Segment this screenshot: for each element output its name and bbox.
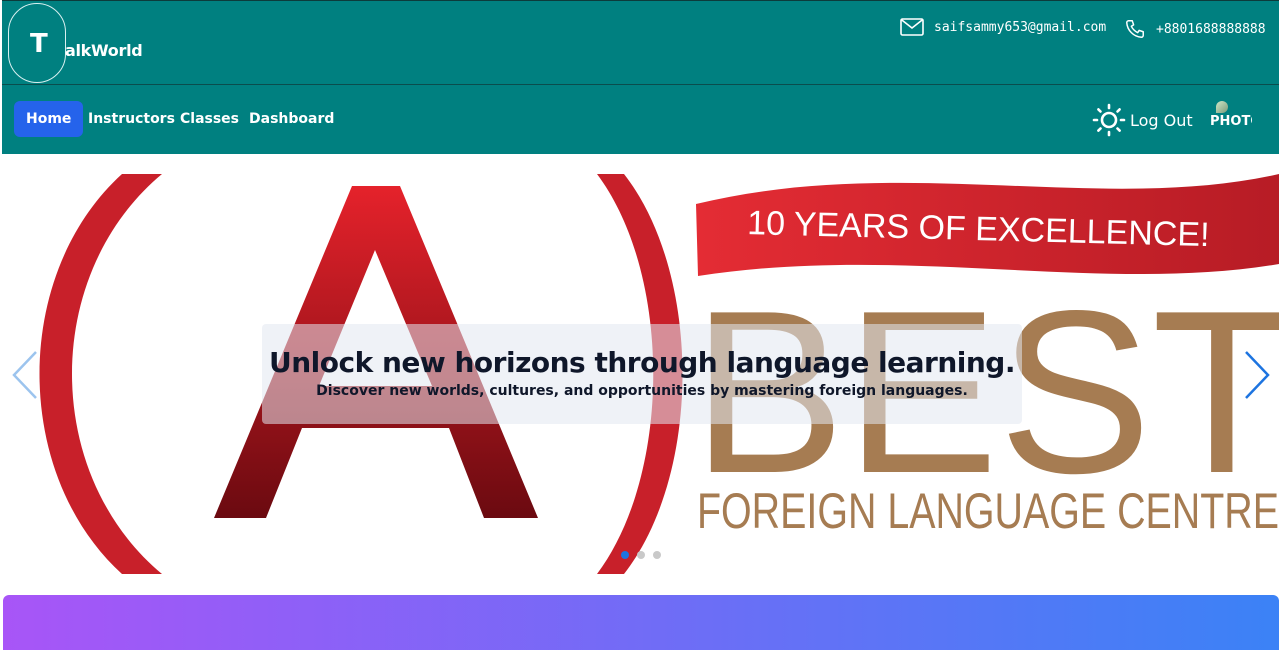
main-navbar: Home Instructors Classes Dashboard Log O… [2, 85, 1279, 154]
sun-icon[interactable] [1092, 103, 1126, 137]
hero-carousel: 10 YEARS OF EXCELLENCE! BEST FOREIGN LAN… [2, 154, 1279, 594]
carousel-next-icon[interactable] [1242, 350, 1272, 400]
phone-text: +8801688888888 [1156, 21, 1266, 37]
logout-label[interactable]: Log Out [1130, 111, 1193, 130]
nav-dashboard[interactable]: Dashboard [237, 101, 346, 137]
logo-letter: T [30, 29, 48, 59]
carousel-dot-3[interactable] [653, 551, 661, 559]
user-avatar[interactable]: PHOTO [1210, 101, 1252, 141]
hero-title: Unlock new horizons through language lea… [268, 346, 1016, 379]
carousel-dot-2[interactable] [637, 551, 645, 559]
carousel-indicators [621, 551, 661, 559]
photo-leaf-icon [1216, 101, 1228, 113]
top-header: T alkWorld saifsammy653@gmail.com +88016… [2, 0, 1279, 85]
nav-home[interactable]: Home [14, 101, 84, 137]
brand-name[interactable]: alkWorld [65, 41, 143, 60]
carousel-dot-1[interactable] [621, 551, 629, 559]
hero-subtitle: Discover new worlds, cultures, and oppor… [316, 383, 968, 399]
email-text: saifsammy653@gmail.com [934, 19, 1107, 35]
hero-caption: Unlock new horizons through language lea… [262, 324, 1022, 424]
mail-icon [900, 18, 924, 36]
logout-button[interactable]: Log Out [1092, 103, 1193, 137]
avatar-alt-text: PHOTO [1210, 114, 1252, 129]
gradient-section [3, 595, 1279, 650]
logo-centre-text: FOREIGN LANGUAGE CENTRE [697, 483, 1279, 539]
contact-email: saifsammy653@gmail.com [900, 18, 1106, 36]
contact-phone: +8801688888888 [1124, 18, 1266, 40]
carousel-prev-icon[interactable] [10, 350, 40, 400]
phone-icon [1126, 20, 1144, 38]
